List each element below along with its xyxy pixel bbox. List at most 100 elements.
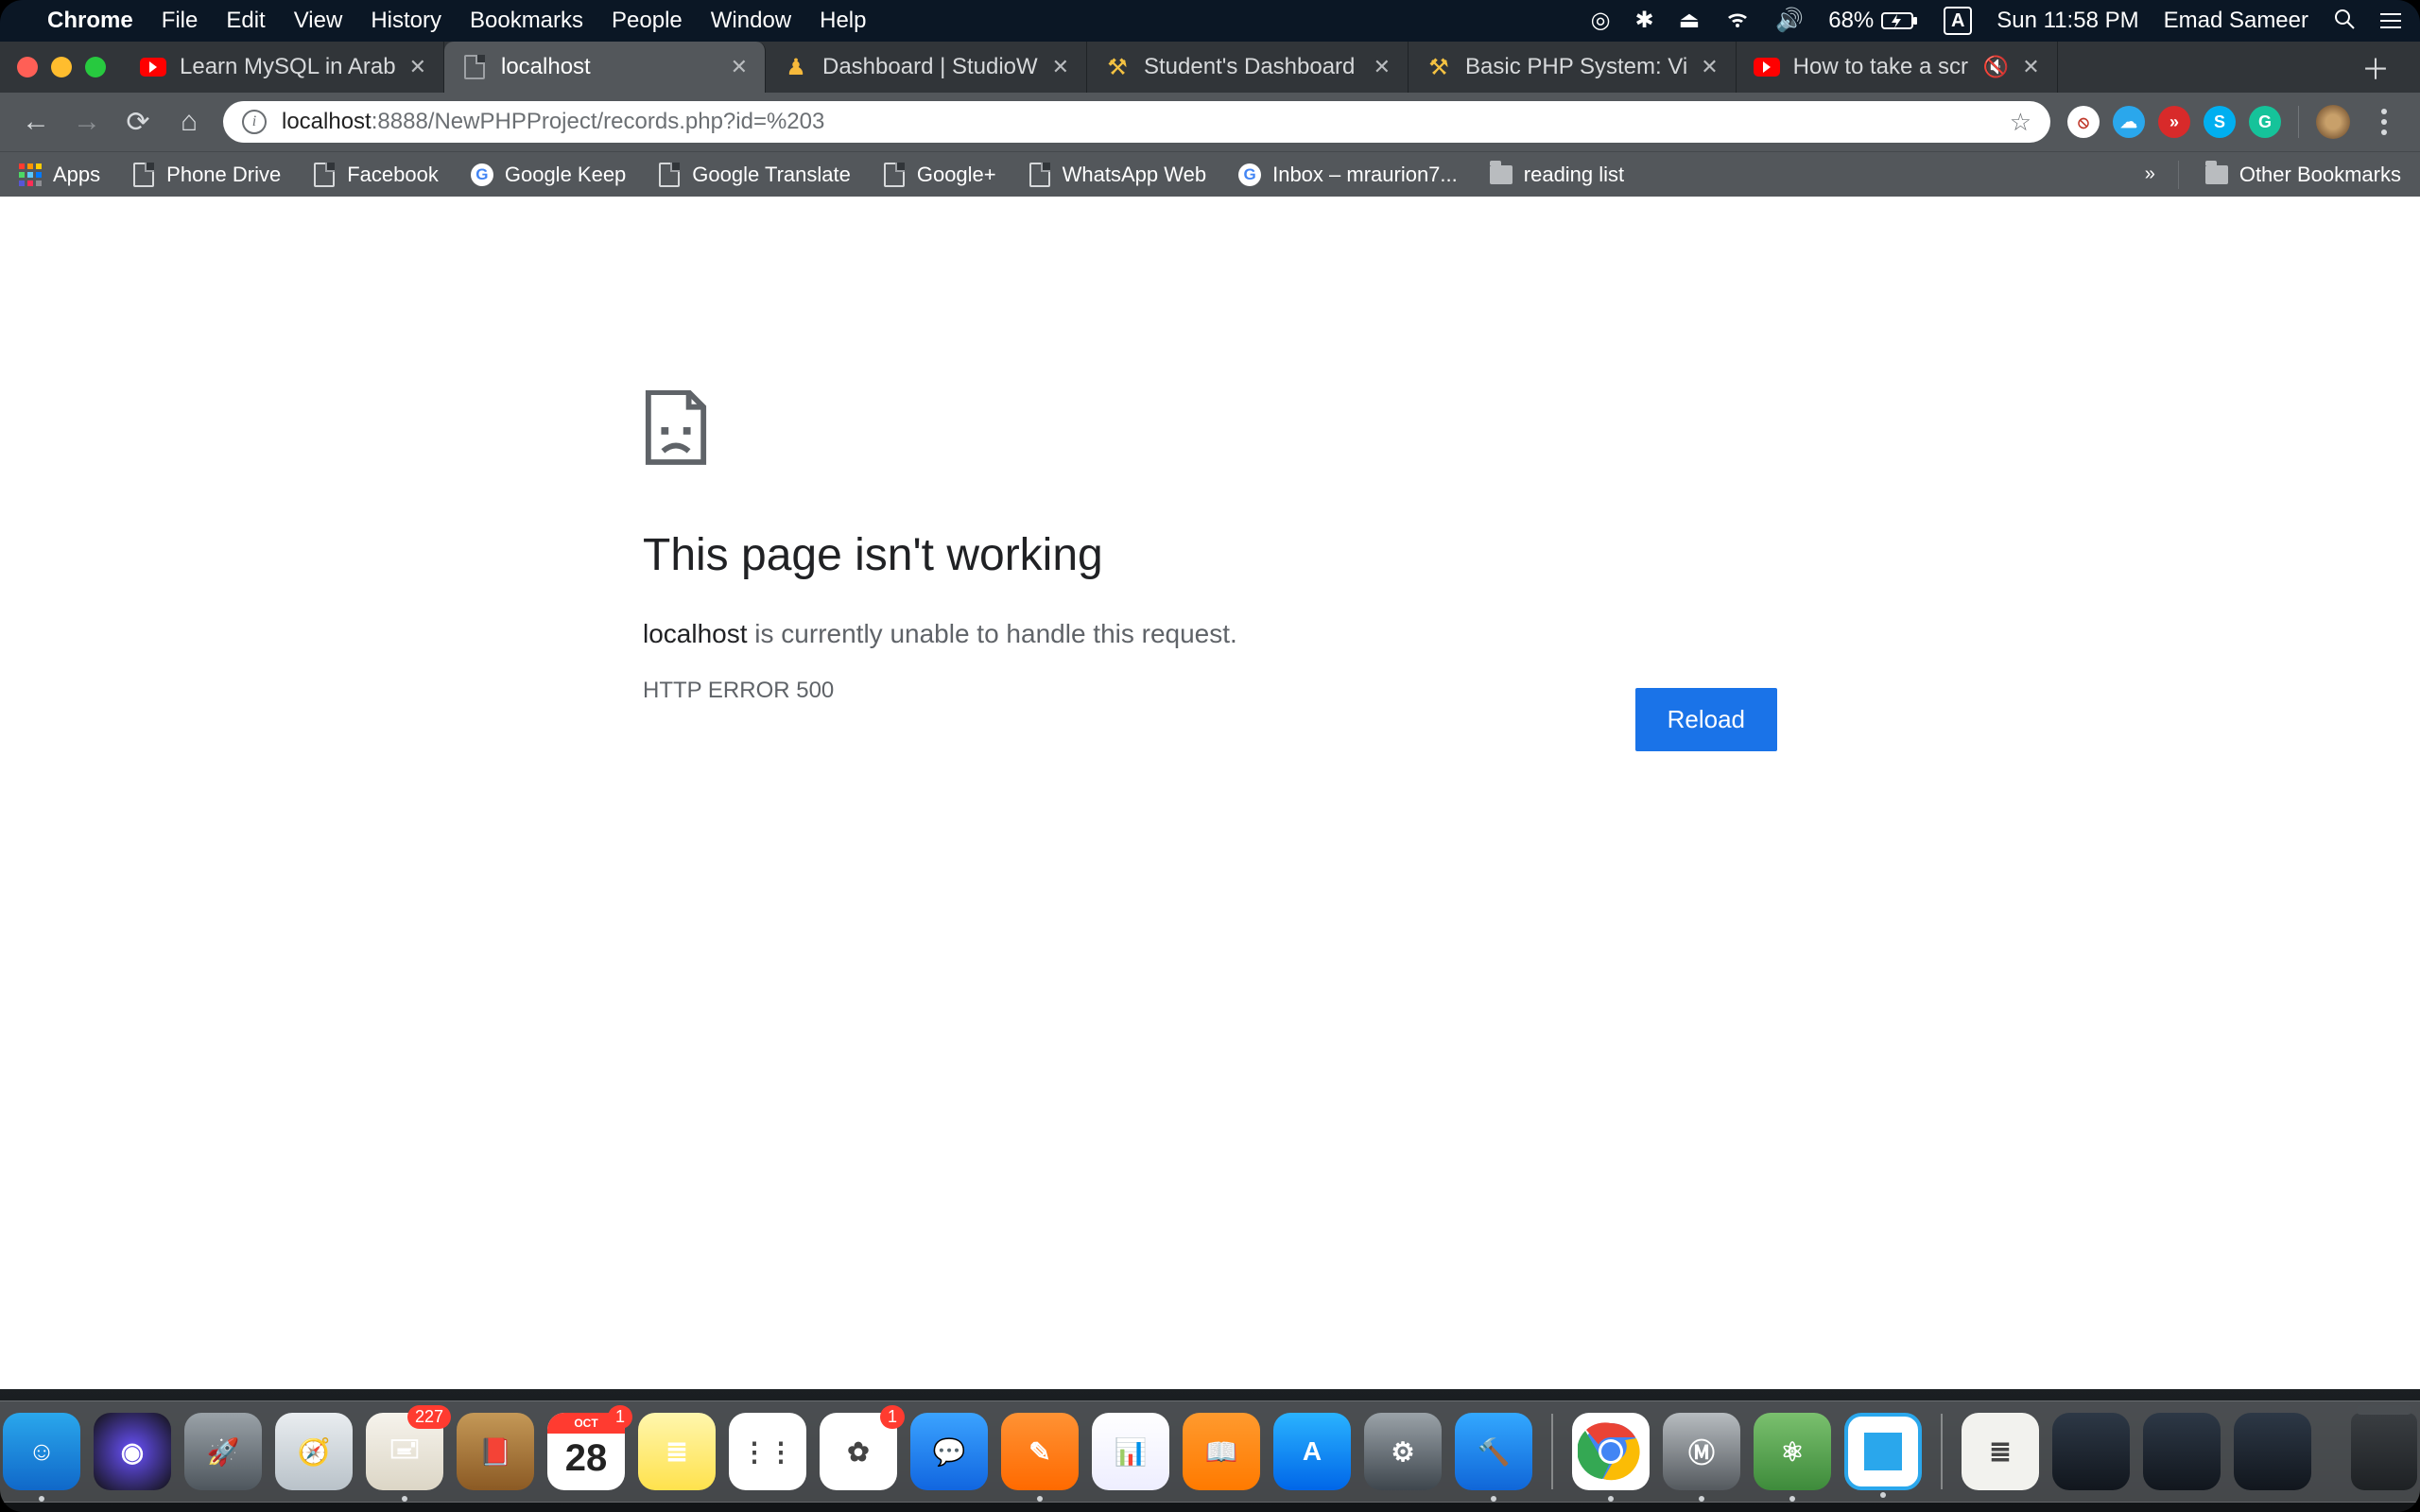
close-tab-icon[interactable]: ✕ [731, 55, 748, 79]
doc-icon [132, 163, 155, 186]
dock-chrome-icon[interactable] [1572, 1413, 1650, 1490]
bookmark-item[interactable]: GInbox – mraurion7... [1238, 163, 1458, 187]
volume-icon[interactable]: 🔊 [1775, 9, 1804, 32]
site-info-icon[interactable]: i [242, 110, 267, 134]
extension-ublock-icon[interactable]: ⦸ [2067, 106, 2100, 138]
extension-skype-icon[interactable]: S [2204, 106, 2236, 138]
input-source-indicator[interactable]: A [1944, 7, 1972, 35]
muted-icon[interactable]: 🔇 [1983, 55, 2009, 79]
page-content: This page isn't working localhost is cur… [0, 197, 2420, 1389]
dock-notes-icon[interactable]: ≣ [638, 1413, 716, 1490]
extension-player-icon[interactable]: » [2158, 106, 2190, 138]
extension-cloud-icon[interactable]: ☁ [2113, 106, 2145, 138]
dock-mamp-icon[interactable]: Ⓜ [1663, 1413, 1740, 1490]
bluetooth-icon[interactable]: ✱ [1635, 9, 1654, 32]
battery-status[interactable]: 68% [1828, 8, 1919, 34]
extension-grammarly-icon[interactable]: G [2249, 106, 2281, 138]
dock-messages-icon[interactable]: 💬 [910, 1413, 988, 1490]
close-tab-icon[interactable]: ✕ [1052, 55, 1069, 79]
dock-folder-1-icon[interactable] [2052, 1413, 2130, 1490]
browser-tab[interactable]: ⚒ Basic PHP System: Vi ✕ [1409, 42, 1737, 93]
dock-textedit-doc-icon[interactable]: ≣ [1962, 1413, 2039, 1490]
user-name[interactable]: Emad Sameer [2164, 8, 2308, 34]
reload-button[interactable]: ⟳ [121, 105, 155, 139]
bookmark-label: Google Keep [505, 163, 626, 187]
tab-title: Basic PHP System: Vi [1465, 54, 1687, 80]
dock-folder-2-icon[interactable] [2143, 1413, 2221, 1490]
bulb-icon: ♟ [783, 54, 809, 80]
error-text: is currently unable to handle this reque… [748, 619, 1237, 648]
dock-preferences-icon[interactable]: ⚙ [1364, 1413, 1442, 1490]
browser-tab[interactable]: Learn MySQL in Arab ✕ [123, 42, 444, 93]
dock-folder-3-icon[interactable] [2234, 1413, 2311, 1490]
browser-tab[interactable]: ⚒ Student's Dashboard ✕ [1087, 42, 1409, 93]
dock-mail-icon[interactable]: 🖃227 [366, 1413, 443, 1490]
close-tab-icon[interactable]: ✕ [1374, 55, 1391, 79]
notification-center-icon[interactable] [2380, 13, 2401, 28]
bookmarks-overflow-button[interactable]: » [2145, 163, 2152, 185]
dock-reminders-icon[interactable]: ⋮⋮ [729, 1413, 806, 1490]
dock-appstore-icon[interactable]: A [1273, 1413, 1351, 1490]
minimize-window-button[interactable] [51, 57, 72, 77]
menubar-item[interactable]: Help [820, 8, 866, 34]
other-bookmarks-button[interactable]: Other Bookmarks [2205, 163, 2401, 187]
browser-tab[interactable]: ♟ Dashboard | StudioW ✕ [766, 42, 1087, 93]
close-tab-icon[interactable]: ✕ [2022, 55, 2039, 79]
spotlight-icon[interactable] [2333, 8, 2356, 35]
reload-button[interactable]: Reload [1635, 688, 1777, 751]
close-tab-icon[interactable]: ✕ [409, 55, 426, 79]
new-tab-button[interactable]: ＋ [2350, 42, 2401, 93]
back-button[interactable]: ← [19, 105, 53, 139]
browser-tab-active[interactable]: localhost ✕ [444, 42, 766, 93]
bookmark-item[interactable]: Apps [19, 163, 100, 187]
bookmark-item[interactable]: Facebook [313, 163, 439, 187]
address-bar[interactable]: i localhost:8888/NewPHPProject/records.p… [223, 101, 2050, 143]
dock-xcode-icon[interactable]: 🔨 [1455, 1413, 1532, 1490]
profile-avatar[interactable] [2316, 105, 2350, 139]
bookmark-item[interactable]: Google+ [883, 163, 996, 187]
menubar-item[interactable]: Bookmarks [470, 8, 583, 34]
menubar-item[interactable]: View [294, 8, 343, 34]
browser-tab[interactable]: How to take a scr 🔇 ✕ [1737, 42, 2058, 93]
airplay-icon[interactable]: ⏏ [1679, 9, 1701, 32]
bookmark-label: Google+ [917, 163, 996, 187]
zoom-window-button[interactable] [85, 57, 106, 77]
dock-atom-icon[interactable]: ⚛ [1754, 1413, 1831, 1490]
dock-pages-icon[interactable]: ✎ [1001, 1413, 1079, 1490]
doc-icon [1028, 163, 1051, 186]
dock-launchpad-icon[interactable]: 🚀 [184, 1413, 262, 1490]
bookmark-item[interactable]: GGoogle Keep [471, 163, 626, 187]
menubar-item[interactable]: People [612, 8, 683, 34]
menubar-item[interactable]: File [162, 8, 199, 34]
dock-ibooks-icon[interactable]: 📖 [1183, 1413, 1260, 1490]
close-tab-icon[interactable]: ✕ [1701, 55, 1718, 79]
sync-icon[interactable]: ◎ [1591, 9, 1611, 32]
dock-safari-icon[interactable]: 🧭 [275, 1413, 353, 1490]
dock-siri-icon[interactable]: ◉ [94, 1413, 171, 1490]
home-button[interactable]: ⌂ [172, 105, 206, 139]
bookmark-item[interactable]: Google Translate [658, 163, 851, 187]
bookmark-item[interactable]: WhatsApp Web [1028, 163, 1206, 187]
menubar-item[interactable]: Edit [226, 8, 265, 34]
bookmark-item[interactable]: reading list [1490, 163, 1624, 187]
menubar-app-name[interactable]: Chrome [47, 8, 133, 34]
close-window-button[interactable] [17, 57, 38, 77]
browser-tabstrip: Learn MySQL in Arab ✕ localhost ✕ ♟ Dash… [0, 42, 2420, 93]
clock[interactable]: Sun 11:58 PM [1996, 8, 2138, 34]
menubar-item[interactable]: Window [711, 8, 791, 34]
bookmark-item[interactable]: Phone Drive [132, 163, 281, 187]
dock-numbers-icon[interactable]: 📊 [1092, 1413, 1169, 1490]
hammer-icon: ⚒ [1104, 54, 1131, 80]
running-indicator [1789, 1496, 1795, 1502]
dock-calendar-icon[interactable]: OCT281 [547, 1413, 625, 1490]
bookmark-star-icon[interactable]: ☆ [2010, 108, 2031, 137]
menubar-item[interactable]: History [371, 8, 441, 34]
dock-finder-icon[interactable]: ☺ [3, 1413, 80, 1490]
trash-icon[interactable] [2351, 1413, 2417, 1490]
dock-contacts-icon[interactable]: 📕 [457, 1413, 534, 1490]
dock-photos-icon[interactable]: ✿1 [820, 1413, 897, 1490]
forward-button[interactable]: → [70, 105, 104, 139]
chrome-menu-button[interactable] [2367, 105, 2401, 139]
wifi-icon[interactable] [1724, 9, 1751, 34]
dock-brackets-icon[interactable] [1844, 1413, 1922, 1490]
